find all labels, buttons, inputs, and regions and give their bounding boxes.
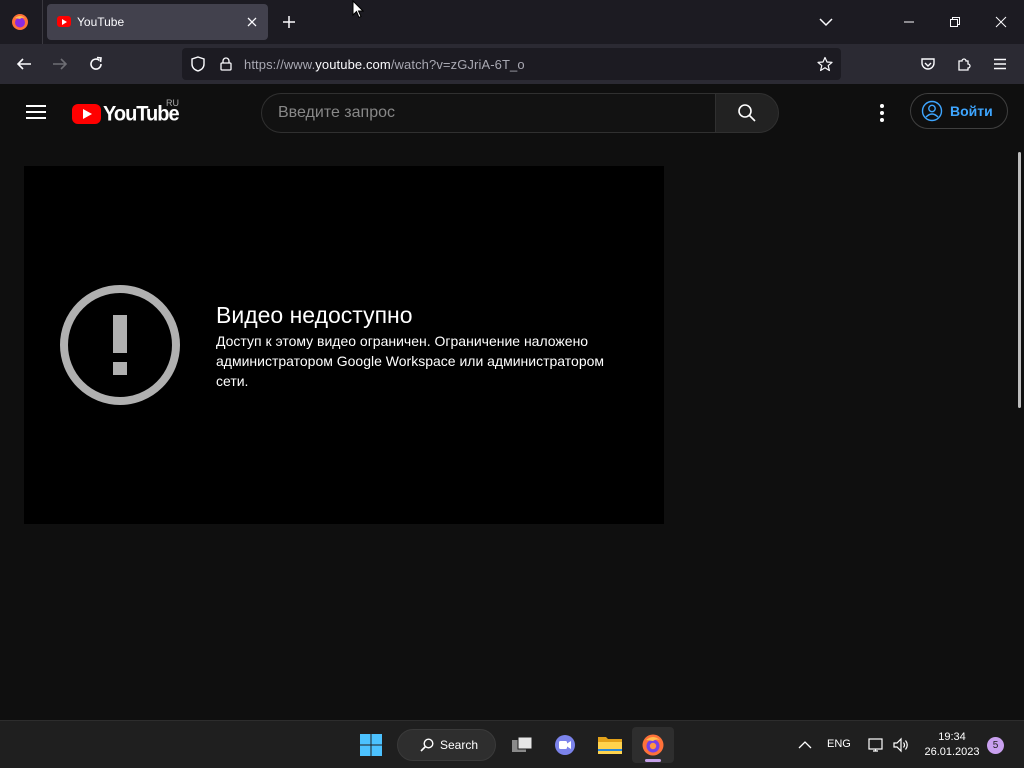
clock-time: 19:34 — [938, 731, 966, 743]
youtube-favicon-icon — [57, 16, 71, 27]
extensions-puzzle-icon[interactable] — [950, 52, 978, 76]
network-icon[interactable] — [865, 727, 887, 763]
taskbar-search-button[interactable]: Search — [397, 729, 496, 761]
account-icon — [921, 100, 943, 122]
input-language[interactable]: ENG — [827, 738, 851, 750]
windows-start-icon[interactable] — [353, 727, 389, 763]
pocket-icon[interactable] — [914, 52, 942, 76]
taskbar-search-label: Search — [440, 738, 479, 752]
show-hidden-icons-chevron-icon[interactable] — [793, 727, 817, 763]
tracking-protection-shield-icon[interactable] — [190, 56, 206, 72]
exclamation-warning-icon — [60, 285, 180, 405]
bookmark-star-icon[interactable] — [815, 54, 835, 74]
close-window-button[interactable] — [978, 0, 1024, 44]
task-view-icon[interactable] — [505, 727, 539, 763]
clock-date: 26.01.2023 — [924, 746, 980, 758]
address-bar[interactable]: https://www.youtube.com/watch?v=zGJriA-6… — [182, 48, 841, 80]
url-text[interactable]: https://www.youtube.com/watch?v=zGJriA-6… — [244, 57, 525, 72]
search-icon — [738, 104, 756, 122]
error-message: Доступ к этому видео ограничен. Ограниче… — [216, 333, 605, 389]
guide-menu-icon[interactable] — [24, 101, 48, 123]
forward-button[interactable] — [46, 52, 74, 76]
windows-taskbar: Search ENG 19:34 26.01.2023 5 — [0, 720, 1024, 768]
minimize-button[interactable] — [886, 0, 932, 44]
firefox-view-icon[interactable] — [8, 10, 32, 34]
video-player[interactable]: Видео недоступно Доступ к этому видео ог… — [24, 166, 664, 524]
browser-nav-bar: https://www.youtube.com/watch?v=zGJriA-6… — [0, 44, 1024, 84]
mouse-cursor-icon — [352, 0, 365, 24]
close-tab-icon[interactable] — [242, 12, 262, 32]
region-code: RU — [166, 98, 179, 108]
error-title: Видео недоступно — [216, 302, 413, 328]
search-box — [261, 93, 716, 133]
restore-button[interactable] — [932, 0, 978, 44]
tab-title: YouTube — [77, 15, 125, 29]
taskbar-clock[interactable]: 19:34 26.01.2023 — [918, 730, 986, 760]
page-scrollbar[interactable] — [1018, 152, 1021, 408]
settings-more-icon[interactable] — [870, 101, 894, 125]
firefox-taskbar-icon[interactable] — [632, 727, 674, 763]
browser-tab-bar: YouTube — [0, 0, 1024, 44]
sign-in-button[interactable]: Войти — [910, 93, 1008, 129]
back-button[interactable] — [10, 52, 38, 76]
lock-icon[interactable] — [218, 56, 234, 72]
tab-youtube[interactable]: YouTube — [47, 4, 268, 40]
url-path: /watch?v=zGJriA-6T_o — [390, 57, 525, 72]
app-menu-icon[interactable] — [986, 52, 1014, 76]
sign-in-label: Войти — [950, 103, 993, 119]
volume-icon[interactable] — [890, 727, 912, 763]
teams-chat-icon[interactable] — [548, 727, 582, 763]
tab-separator — [42, 0, 43, 44]
url-prefix: https://www. — [244, 57, 316, 72]
new-tab-button[interactable] — [278, 11, 300, 33]
url-host: youtube.com — [315, 57, 391, 72]
notification-badge[interactable]: 5 — [987, 737, 1004, 754]
search-input[interactable] — [278, 94, 698, 132]
search-button[interactable] — [715, 93, 779, 133]
search-icon — [420, 738, 434, 752]
file-explorer-icon[interactable] — [592, 727, 628, 763]
youtube-header: YouTube RU Войти — [0, 84, 1024, 140]
youtube-logo[interactable]: YouTube RU — [72, 98, 180, 126]
youtube-play-logo-icon — [72, 104, 101, 124]
reload-button[interactable] — [82, 52, 110, 76]
list-all-tabs-button[interactable] — [815, 11, 837, 33]
